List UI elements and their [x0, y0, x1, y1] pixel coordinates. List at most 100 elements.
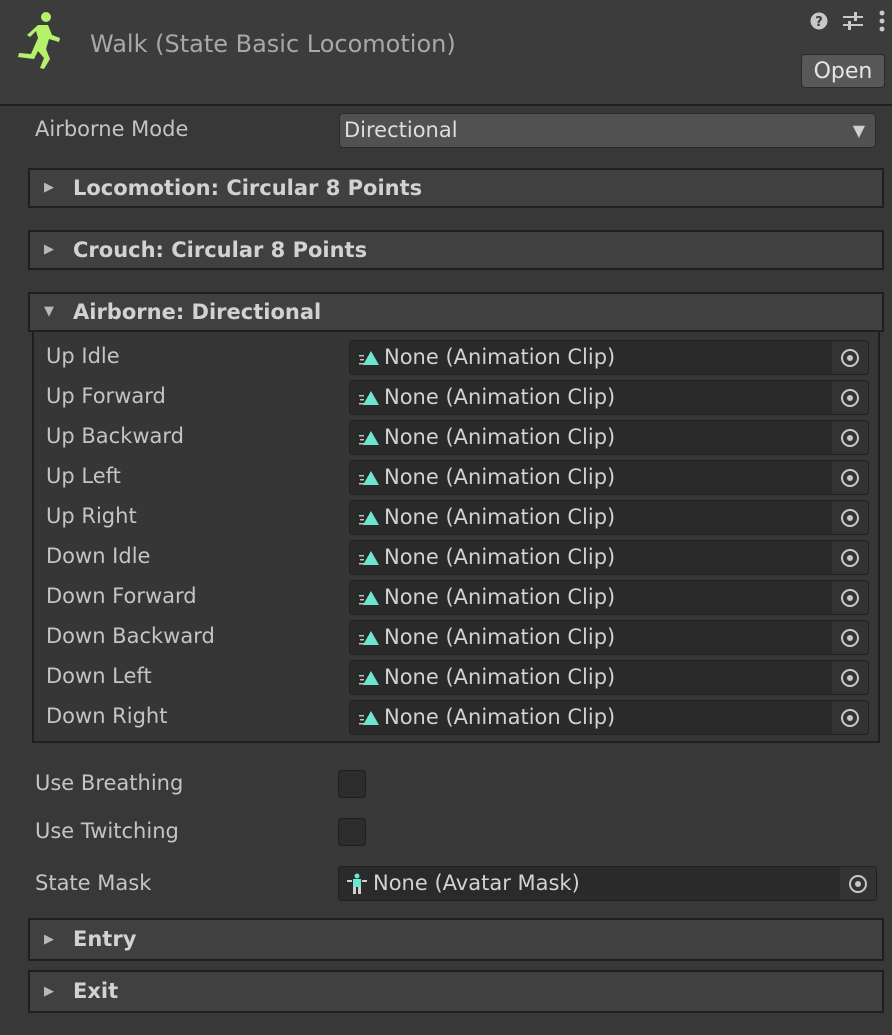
state-mask-value: None (Avatar Mask): [373, 871, 580, 895]
clip-label: Down Right: [46, 704, 168, 728]
airborne-mode-label: Airborne Mode: [35, 117, 189, 141]
foldout-airborne[interactable]: ▼ Airborne: Directional: [28, 292, 884, 332]
dropdown-arrow-icon: ▼: [852, 121, 865, 140]
foldout-entry[interactable]: ▶ Entry: [28, 918, 884, 961]
animation-clip-field[interactable]: None (Animation Clip): [349, 700, 869, 735]
animation-clip-value: None (Animation Clip): [384, 505, 616, 529]
clip-row: Up Forward None (Animation Clip): [34, 378, 882, 418]
animation-clip-icon: [359, 589, 381, 611]
animation-clip-icon: [359, 549, 381, 571]
animation-clip-field[interactable]: None (Animation Clip): [349, 620, 869, 655]
airborne-clips-panel: Up Idle None (Animation Clip) Up Forward No…: [32, 332, 880, 743]
foldout-locomotion[interactable]: ▶ Locomotion: Circular 8 Points: [28, 168, 884, 208]
animation-clip-icon: [359, 629, 381, 651]
object-picker-icon: [841, 428, 859, 447]
open-button[interactable]: Open: [801, 54, 885, 88]
clip-label: Up Left: [46, 464, 121, 488]
chevron-right-icon: ▶: [44, 180, 54, 195]
foldout-exit[interactable]: ▶ Exit: [28, 970, 884, 1013]
chevron-right-icon: ▶: [44, 242, 54, 257]
runner-icon: [16, 11, 64, 71]
state-mask-label: State Mask: [35, 871, 152, 895]
animation-clip-icon: [359, 349, 381, 371]
object-picker-button[interactable]: [832, 341, 868, 374]
use-breathing-label: Use Breathing: [35, 771, 184, 795]
foldout-label: Airborne: Directional: [73, 300, 322, 324]
airborne-mode-value: Directional: [344, 118, 458, 142]
clip-label: Up Right: [46, 504, 137, 528]
animation-clip-value: None (Animation Clip): [384, 345, 616, 369]
foldout-label: Exit: [73, 979, 119, 1003]
animation-clip-field[interactable]: None (Animation Clip): [349, 420, 869, 455]
object-picker-button[interactable]: [840, 867, 876, 900]
object-picker-button[interactable]: [832, 701, 868, 734]
object-picker-button[interactable]: [832, 381, 868, 414]
animation-clip-icon: [359, 389, 381, 411]
use-twitching-checkbox[interactable]: [338, 818, 366, 846]
more-vertical-icon[interactable]: [878, 10, 886, 32]
clip-row: Down Idle None (Animation Clip): [34, 538, 882, 578]
foldout-label: Crouch: Circular 8 Points: [73, 238, 368, 262]
object-picker-icon: [841, 708, 859, 727]
clip-label: Down Forward: [46, 584, 197, 608]
animation-clip-field[interactable]: None (Animation Clip): [349, 500, 869, 535]
clip-row: Up Left None (Animation Clip): [34, 458, 882, 498]
object-picker-icon: [841, 388, 859, 407]
object-picker-icon: [849, 874, 867, 893]
animation-clip-field[interactable]: None (Animation Clip): [349, 660, 869, 695]
object-picker-button[interactable]: [832, 421, 868, 454]
clip-row: Up Backward None (Animation Clip): [34, 418, 882, 458]
animation-clip-icon: [359, 509, 381, 531]
svg-text:?: ?: [815, 15, 823, 30]
clip-label: Down Backward: [46, 624, 215, 648]
clip-row: Up Idle None (Animation Clip): [34, 338, 882, 378]
object-picker-button[interactable]: [832, 621, 868, 654]
animation-clip-value: None (Animation Clip): [384, 465, 616, 489]
object-picker-button[interactable]: [832, 661, 868, 694]
object-picker-icon: [841, 588, 859, 607]
object-picker-icon: [841, 628, 859, 647]
object-picker-icon: [841, 668, 859, 687]
use-twitching-label: Use Twitching: [35, 819, 179, 843]
object-picker-icon: [841, 548, 859, 567]
animation-clip-icon: [359, 429, 381, 451]
chevron-right-icon: ▶: [44, 932, 54, 947]
object-picker-icon: [841, 508, 859, 527]
clip-label: Down Left: [46, 664, 152, 688]
clip-row: Down Left None (Animation Clip): [34, 658, 882, 698]
animation-clip-field[interactable]: None (Animation Clip): [349, 460, 869, 495]
settings-sliders-icon[interactable]: [842, 11, 864, 31]
animation-clip-value: None (Animation Clip): [384, 625, 616, 649]
animation-clip-value: None (Animation Clip): [384, 705, 616, 729]
animation-clip-value: None (Animation Clip): [384, 665, 616, 689]
animation-clip-value: None (Animation Clip): [384, 545, 616, 569]
object-picker-button[interactable]: [832, 461, 868, 494]
clip-label: Up Forward: [46, 384, 166, 408]
object-picker-button[interactable]: [832, 501, 868, 534]
animation-clip-value: None (Animation Clip): [384, 385, 616, 409]
inspector-title: Walk (State Basic Locomotion): [90, 30, 456, 58]
clip-row: Down Backward None (Animation Clip): [34, 618, 882, 658]
clip-row: Down Forward None (Animation Clip): [34, 578, 882, 618]
animation-clip-icon: [359, 469, 381, 491]
object-picker-button[interactable]: [832, 541, 868, 574]
animation-clip-icon: [359, 669, 381, 691]
help-icon[interactable]: ?: [810, 12, 828, 30]
object-picker-icon: [841, 348, 859, 367]
object-picker-icon: [841, 468, 859, 487]
animation-clip-field[interactable]: None (Animation Clip): [349, 380, 869, 415]
animation-clip-field[interactable]: None (Animation Clip): [349, 340, 869, 375]
object-picker-button[interactable]: [832, 581, 868, 614]
clip-label: Up Idle: [46, 344, 120, 368]
clip-row: Down Right None (Animation Clip): [34, 698, 882, 738]
inspector-header: Walk (State Basic Locomotion) ? Open: [0, 0, 892, 106]
avatar-mask-icon: [346, 873, 368, 899]
use-breathing-checkbox[interactable]: [338, 770, 366, 798]
foldout-crouch[interactable]: ▶ Crouch: Circular 8 Points: [28, 230, 884, 270]
airborne-mode-dropdown[interactable]: Directional ▼: [339, 113, 876, 148]
animation-clip-value: None (Animation Clip): [384, 425, 616, 449]
foldout-label: Entry: [73, 927, 137, 951]
state-mask-field[interactable]: None (Avatar Mask): [338, 866, 877, 901]
animation-clip-field[interactable]: None (Animation Clip): [349, 580, 869, 615]
animation-clip-field[interactable]: None (Animation Clip): [349, 540, 869, 575]
